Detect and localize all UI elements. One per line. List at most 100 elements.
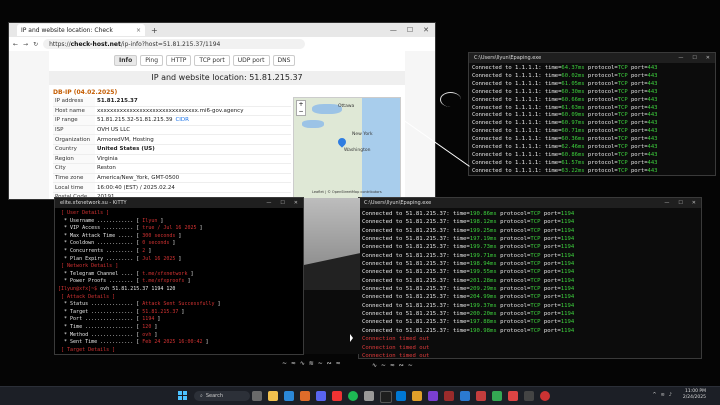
app-icon-1[interactable]	[300, 391, 310, 401]
kitty-line-value: Jul 16 2025	[142, 255, 176, 262]
ping-line: Connected to 51.81.215.37: time=190.86ms…	[362, 210, 701, 218]
kitty-line-value: Attack Sent Successfully	[142, 301, 215, 308]
maximize-icon[interactable]: ☐	[678, 200, 682, 206]
task-view-icon[interactable]	[252, 391, 262, 401]
ping-seg-d: 61.57ms	[561, 159, 585, 166]
ping-seg-h: 443	[647, 136, 658, 143]
back-icon[interactable]: ←	[13, 41, 18, 48]
app-icon-2[interactable]	[332, 391, 342, 401]
minimize-icon[interactable]: —	[664, 200, 669, 206]
tool-tab-info[interactable]: Info	[114, 55, 138, 66]
edge-icon[interactable]	[284, 391, 294, 401]
ping-seg-d: 63.22ms	[561, 167, 585, 174]
taskbar-clock[interactable]: 11:00 PM 2/24/2025	[683, 389, 706, 401]
ping-line: Connected to 51.81.215.37: time=190.98ms…	[362, 327, 701, 335]
chevron-up-icon[interactable]: ^	[652, 392, 656, 398]
taskbar: ⌕ Search ^ ≋ ♪ 11:00 PM 2/24/2025	[0, 386, 720, 405]
file-explorer-icon[interactable]	[268, 391, 278, 401]
kitty-titlebar: elite.xfxnetwork.su - KiTTY — ☐ ✕	[55, 198, 303, 208]
ip-info-table: IP address 51.81.215.37 Host name xxxxxxxxx…	[53, 97, 291, 199]
forward-icon[interactable]: →	[23, 41, 28, 48]
info-row: Country United States (US)	[53, 144, 291, 155]
ping-seg-e: protocol=	[496, 269, 531, 276]
tool-tab-dns[interactable]: DNS	[272, 55, 296, 66]
source-title: DB-IP (04.02.2025)	[53, 89, 118, 96]
minimize-icon[interactable]: —	[266, 200, 271, 206]
terminal-icon[interactable]	[380, 391, 392, 403]
ping-seg-b: 51.81.215.37	[405, 302, 447, 309]
maximize-icon[interactable]: ☐	[280, 200, 284, 206]
info-row: City Reston	[53, 163, 291, 174]
app-icon-9[interactable]	[492, 391, 502, 401]
ping-seg-h: 1194	[560, 219, 575, 226]
ping-seg-f: TCP	[617, 120, 628, 127]
app-icon-3[interactable]	[364, 391, 374, 401]
close-icon[interactable]: ✕	[706, 55, 710, 61]
map-zoom-control[interactable]: + −	[296, 100, 306, 116]
app-icon-8[interactable]	[476, 391, 486, 401]
ping-line: Connected to 1.1.1.1: time=63.22ms proto…	[472, 167, 715, 175]
ping-seg-h: 1194	[560, 252, 575, 259]
kitty-line: * Concurrents ......... [ 2 ]	[58, 248, 303, 256]
minimize-icon[interactable]: —	[678, 55, 683, 61]
minimize-icon[interactable]: —	[390, 26, 397, 34]
ping-seg-d: 199.71ms	[469, 252, 497, 259]
ping-seg-a: Connected to	[472, 104, 516, 111]
kitty-line-end: ]	[175, 255, 182, 262]
info-row: Region Virginia	[53, 154, 291, 165]
ping-seg-d: 199.37ms	[469, 302, 497, 309]
kitty-line: [ Attack Details ]	[58, 294, 303, 302]
ping-seg-h: 443	[647, 167, 658, 174]
ping-seg-d: 60.09ms	[561, 112, 585, 119]
info-value-text: United States (US)	[97, 146, 155, 153]
location-map[interactable]: + − Ottawa New York Washington Leaflet | …	[293, 97, 401, 199]
close-window-icon[interactable]: ✕	[423, 26, 429, 34]
wifi-icon[interactable]: ≋	[661, 392, 665, 398]
tool-tab-ping[interactable]: Ping	[140, 55, 164, 66]
info-row: Organization ArmoredVM, Hosting	[53, 134, 291, 145]
tool-tab-udp-port[interactable]: UDP port	[232, 55, 270, 66]
info-value: 51.81.215.32-51.81.215.39 CIDR	[95, 115, 291, 126]
kitty-line-value: ovh 51.81.215.37 1194 120	[100, 285, 176, 292]
kitty-line-label: * Power Proofs ........ [	[58, 278, 143, 285]
discord-icon[interactable]	[316, 391, 326, 401]
vscode-icon[interactable]	[460, 391, 470, 401]
kitty-line: * Cooldown ............ [ 0 seconds ]	[58, 240, 303, 248]
kitty-line-value: t.me/xfxnetwork	[142, 270, 188, 277]
ping-seg-b: 51.81.215.37	[405, 294, 447, 301]
ping-seg-d: 62.46ms	[561, 144, 585, 151]
spotify-icon[interactable]	[348, 391, 358, 401]
ping-seg-e: protocol=	[496, 294, 531, 301]
info-key: Host name	[53, 106, 95, 117]
maximize-icon[interactable]: ☐	[407, 26, 413, 34]
tool-tab-tcp-port[interactable]: TCP port	[194, 55, 230, 66]
new-tab-icon[interactable]: +	[151, 26, 158, 35]
map-pin-icon[interactable]	[336, 136, 348, 148]
app-icon-4[interactable]	[396, 391, 406, 401]
ping-seg-d: 198.12ms	[469, 219, 497, 226]
info-value: 51.81.215.37	[95, 97, 291, 107]
volume-icon[interactable]: ♪	[669, 392, 672, 398]
close-icon[interactable]: ✕	[294, 200, 298, 206]
app-icon-10[interactable]	[508, 391, 518, 401]
maximize-icon[interactable]: ☐	[692, 55, 696, 61]
app-icon-12[interactable]	[540, 391, 550, 401]
kitty-line-value: 300 seconds	[142, 232, 176, 239]
browser-tab[interactable]: IP and website location: Check ×	[17, 24, 145, 36]
app-icon-7[interactable]	[444, 391, 454, 401]
app-icon-5[interactable]	[412, 391, 422, 401]
close-icon[interactable]: ✕	[692, 200, 696, 206]
start-icon[interactable]	[178, 391, 187, 400]
kitty-line-end: ]	[178, 308, 185, 315]
taskbar-search[interactable]: ⌕ Search	[194, 391, 250, 401]
reload-icon[interactable]: ↻	[33, 41, 38, 48]
app-icon-6[interactable]	[428, 391, 438, 401]
url-input[interactable]: https://check-host.net/ip-info?host=51.8…	[43, 39, 306, 49]
tool-tab-http[interactable]: HTTP	[166, 55, 192, 66]
cidr-link[interactable]: CIDR	[175, 117, 189, 123]
kitty-line-label: [ User Details ]	[58, 210, 110, 216]
ping-seg-c: : time=	[446, 302, 470, 309]
close-tab-icon[interactable]: ×	[136, 27, 141, 34]
map-attribution: Leaflet | © OpenStreetMap contributors	[312, 190, 382, 194]
app-icon-11[interactable]	[524, 391, 534, 401]
